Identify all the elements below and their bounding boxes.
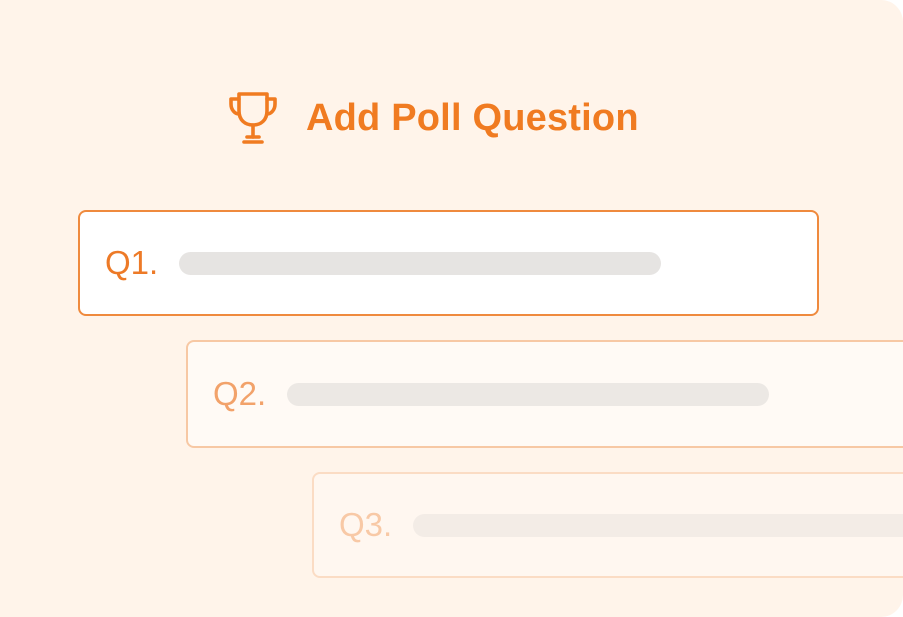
title-row: Add Poll Question — [222, 88, 639, 148]
question-field-1[interactable]: Q1. — [78, 210, 819, 316]
question-text-placeholder-3 — [412, 513, 903, 537]
question-field-3[interactable]: Q3. — [312, 472, 903, 578]
question-label-3: Q3. — [339, 506, 393, 543]
trophy-icon — [229, 92, 277, 144]
page-title: Add Poll Question — [306, 96, 639, 139]
poll-card: Add Poll Question Q1. Q2. Q3. — [0, 0, 903, 617]
question-text-placeholder-2 — [287, 382, 769, 406]
question-label-2: Q2. — [213, 375, 267, 412]
question-field-2[interactable]: Q2. — [186, 340, 903, 448]
question-label-1: Q1. — [105, 244, 159, 281]
question-text-placeholder-1 — [179, 251, 661, 275]
